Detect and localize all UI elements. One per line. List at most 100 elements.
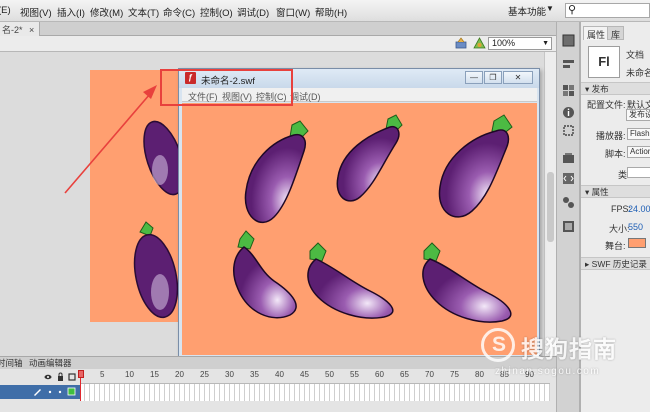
document-icon: Fl [588, 46, 620, 78]
motion-presets-icon[interactable] [562, 196, 575, 209]
playhead[interactable] [78, 370, 84, 401]
tab-motion-editor[interactable]: 动画编辑器 [26, 357, 75, 369]
script-label: 脚本: [605, 149, 626, 159]
components-icon[interactable] [562, 152, 575, 165]
document-tabbar: 名-2* × [0, 22, 556, 36]
menu-modify[interactable]: 修改(M) [90, 5, 123, 19]
script-select[interactable]: Action [627, 146, 650, 158]
workspace-label: 基本功能 [508, 7, 547, 18]
swf-preview-window[interactable]: ƒ 未命名-2.swf — ❐ ✕ 文件(F) 视图(V) 控制(C) 调试(D… [178, 68, 540, 358]
chevron-down-icon: ▾ [585, 187, 590, 197]
stage-color-swatch[interactable] [628, 238, 646, 248]
vertical-scrollbar[interactable] [544, 52, 556, 356]
tab-timeline[interactable]: 时间轴 [0, 357, 26, 369]
frame-number: 45 [300, 370, 309, 379]
layer-row[interactable] [0, 385, 80, 399]
frame-number: 35 [250, 370, 259, 379]
menu-debug[interactable]: 调试(D) [237, 5, 269, 19]
frame-number: 5 [100, 370, 105, 379]
swf-history-label: SWF 历史记录 [591, 259, 647, 269]
frame-number: 10 [125, 370, 134, 379]
timeline-tabs: 时间轴 动画编辑器 [0, 357, 556, 369]
chevron-down-icon: ▼ [546, 4, 554, 13]
restore-button[interactable]: ❐ [484, 71, 502, 84]
swf-menu-debug[interactable]: 调试(D) [290, 90, 321, 103]
frame-number: 60 [375, 370, 384, 379]
menu-control[interactable]: 控制(O) [200, 5, 233, 19]
minimize-button[interactable]: — [465, 71, 483, 84]
size-value[interactable]: 550 [628, 222, 643, 232]
stage-label: 舞台: [605, 241, 626, 251]
document-tab[interactable]: 名-2* × [0, 22, 41, 36]
transform-icon[interactable] [562, 124, 575, 137]
layer-row-icons [34, 387, 76, 396]
size-label: 大小: [609, 224, 630, 234]
menu-edit[interactable]: (E) [0, 5, 11, 16]
player-select[interactable]: Flash [627, 128, 650, 140]
menu-help[interactable]: 帮助(H) [315, 5, 347, 19]
frame-grid[interactable] [80, 383, 550, 401]
edit-scene-icon[interactable] [455, 37, 468, 50]
project-icon[interactable] [562, 220, 575, 233]
swatches-icon[interactable] [562, 84, 575, 97]
eggplant-1 [244, 120, 309, 223]
swf-history-section-header[interactable]: ▸ SWF 历史记录 [581, 257, 650, 270]
publish-section-header[interactable]: ▾ 发布 [581, 82, 650, 95]
menu-view[interactable]: 视图(V) [20, 5, 52, 19]
eye-icon[interactable] [44, 374, 52, 380]
menu-text[interactable]: 文本(T) [128, 5, 159, 19]
tab-library[interactable]: 库 [607, 26, 625, 40]
edit-bar: 100% ▼ [0, 36, 556, 52]
menu-insert[interactable]: 插入(I) [57, 5, 85, 19]
eggplant-4 [232, 230, 297, 319]
sogou-logo: S [481, 328, 515, 362]
code-snippets-icon[interactable] [562, 172, 575, 185]
color-swatch-icon[interactable] [562, 34, 575, 47]
close-button[interactable]: ✕ [503, 71, 533, 84]
player-label: 播放器: [596, 131, 626, 141]
info-icon[interactable] [562, 106, 575, 119]
frame-number: 75 [450, 370, 459, 379]
frame-number: 70 [425, 370, 434, 379]
document-kind: 文档 [626, 50, 645, 60]
frame-number: 50 [325, 370, 334, 379]
eggplant-6 [422, 242, 512, 323]
menu-commands[interactable]: 命令(C) [163, 5, 195, 19]
align-icon[interactable] [562, 58, 575, 71]
publish-settings-button[interactable]: 发布设 [626, 109, 650, 121]
zoom-value: 100% [492, 38, 516, 48]
stage-eggplant-2[interactable] [126, 218, 186, 328]
scrollbar-thumb[interactable] [547, 172, 554, 242]
search-input[interactable]: ⚲ [565, 3, 650, 18]
timeline-panel: 时间轴 动画编辑器 151015202530354045505560657075… [0, 356, 556, 412]
watermark-url: zhinan.sogou.com [495, 366, 601, 377]
outline-icon[interactable] [68, 373, 76, 381]
swf-content [182, 103, 537, 355]
frame-number: 40 [275, 370, 284, 379]
timeline-layer-controls [44, 372, 76, 381]
chevron-down-icon: ▾ [585, 84, 590, 94]
publish-section-label: 发布 [591, 84, 609, 94]
document-tab-label: 名-2* [2, 25, 23, 35]
tab-properties[interactable]: 属性 [583, 26, 610, 40]
eggplant-5 [307, 242, 394, 319]
properties-tabs: 属性 库 [581, 26, 650, 40]
fps-value[interactable]: 24.00 [628, 204, 650, 214]
frame-number: 15 [150, 370, 159, 379]
annotation-highlight [160, 69, 293, 106]
frame-number: 65 [400, 370, 409, 379]
playhead-handle[interactable] [78, 370, 84, 378]
lock-icon[interactable] [58, 372, 63, 381]
zoom-select[interactable]: 100% ▼ [488, 37, 552, 50]
profile-label: 配置文件: [587, 100, 626, 110]
edit-symbol-icon[interactable] [473, 37, 486, 50]
frame-number: 20 [175, 370, 184, 379]
attributes-section-header[interactable]: ▾ 属性 [581, 185, 650, 198]
close-icon[interactable]: × [29, 25, 34, 35]
chevron-right-icon: ▸ [585, 259, 590, 269]
search-icon: ⚲ [568, 4, 577, 16]
menu-window[interactable]: 窗口(W) [276, 5, 310, 19]
class-input[interactable] [627, 167, 650, 178]
workspace-switcher[interactable]: 基本功能 ▼ [508, 4, 554, 18]
menubar: (E) 视图(V) 插入(I) 修改(M) 文本(T) 命令(C) 控制(O) … [0, 0, 650, 22]
